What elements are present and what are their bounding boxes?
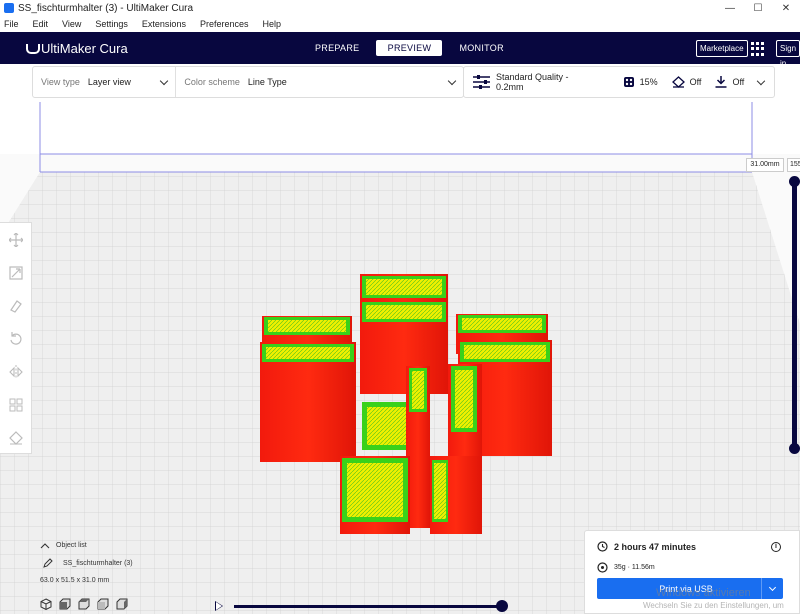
view-type-value: Layer view xyxy=(87,77,131,87)
spool-icon xyxy=(597,562,608,573)
color-scheme-value: Line Type xyxy=(247,77,287,87)
object-dimensions: 63.0 x 51.5 x 31.0 mm xyxy=(40,577,110,584)
chevron-down-icon xyxy=(768,583,777,591)
right-view-icon[interactable] xyxy=(116,598,128,610)
undo-rotate-icon[interactable] xyxy=(0,322,31,355)
simulation-slider-track[interactable] xyxy=(234,605,502,608)
adhesion-icon xyxy=(715,76,727,88)
apps-grid-icon[interactable] xyxy=(751,42,765,56)
ultimaker-logo-icon xyxy=(25,42,40,54)
support-value: Off xyxy=(689,77,702,87)
menu-file[interactable]: File xyxy=(4,19,19,29)
scale-icon[interactable] xyxy=(0,256,31,289)
support-icon xyxy=(671,76,685,88)
quality-sliders-icon xyxy=(473,75,490,89)
object-name: SS_fischturmhalter (3) xyxy=(63,559,133,567)
adhesion-value: Off xyxy=(732,77,745,87)
move-icon[interactable] xyxy=(0,223,31,256)
brand-logo: UltiMaker Cura xyxy=(25,41,128,56)
object-list-header: Object list xyxy=(56,542,87,549)
close-button[interactable]: ✕ xyxy=(772,3,800,14)
app-icon xyxy=(4,3,14,13)
layer-height-readout: 31.00mm xyxy=(746,158,784,172)
brand-name: UltiMaker Cura xyxy=(41,40,128,56)
adhesion-setting[interactable]: Off xyxy=(715,76,744,88)
per-model-settings-icon[interactable] xyxy=(0,388,31,421)
stage-tabs: PREPARE PREVIEW MONITOR xyxy=(300,40,521,56)
app-header: UltiMaker Cura PREPARE PREVIEW MONITOR M… xyxy=(0,32,800,68)
infill-value: 15% xyxy=(639,77,658,87)
print-options-dropdown[interactable] xyxy=(761,578,783,599)
menu-preferences[interactable]: Preferences xyxy=(200,19,249,29)
chevron-down-icon xyxy=(160,76,169,85)
color-scheme-dropdown[interactable]: Color scheme Line Type xyxy=(176,67,463,97)
clock-icon xyxy=(597,541,608,552)
infill-setting[interactable]: 15% xyxy=(623,76,658,88)
object-list-item[interactable]: SS_fischturmhalter (3) xyxy=(43,558,210,568)
print-time: 2 hours 47 minutes xyxy=(614,541,697,552)
3d-view-icon[interactable] xyxy=(40,598,52,610)
tab-monitor[interactable]: MONITOR xyxy=(444,40,518,56)
object-list-panel: Object list SS_fischturmhalter (3) 63.0 … xyxy=(40,542,210,584)
support-blocker-icon[interactable] xyxy=(0,421,31,454)
signin-button[interactable]: Sign in xyxy=(776,40,800,68)
layer-slider-bottom-handle[interactable] xyxy=(789,443,800,454)
menu-bar: File Edit View Settings Extensions Prefe… xyxy=(0,16,800,32)
left-view-icon[interactable] xyxy=(97,598,109,610)
front-view-icon[interactable] xyxy=(59,598,71,610)
chevron-up-icon xyxy=(40,542,50,548)
support-setting[interactable]: Off xyxy=(671,76,702,88)
edit-pencil-icon xyxy=(43,558,53,568)
view-type-dropdown[interactable]: View type Layer view xyxy=(33,67,177,97)
menu-help[interactable]: Help xyxy=(262,19,281,29)
rotate-icon[interactable] xyxy=(0,289,31,322)
material-usage: 35g · 11.56m xyxy=(614,564,655,571)
color-scheme-label: Color scheme xyxy=(184,77,240,87)
top-view-icon[interactable] xyxy=(78,598,90,610)
view-settings-panel: View type Layer view Color scheme Line T… xyxy=(32,66,464,98)
window-titlebar: SS_fischturmhalter (3) - UltiMaker Cura … xyxy=(0,0,800,16)
layer-slider-top-handle[interactable] xyxy=(789,176,800,187)
chevron-down-icon xyxy=(447,76,457,85)
view-type-label: View type xyxy=(41,77,80,87)
object-list-toggle[interactable]: Object list xyxy=(40,542,210,549)
play-simulation-icon[interactable] xyxy=(215,601,223,611)
print-settings-panel[interactable]: Standard Quality - 0.2mm 15% Off Off xyxy=(463,66,775,98)
info-icon[interactable]: i xyxy=(771,542,781,552)
menu-view[interactable]: View xyxy=(62,19,81,29)
tab-preview[interactable]: PREVIEW xyxy=(376,40,443,56)
camera-view-buttons xyxy=(40,598,135,610)
mirror-icon[interactable] xyxy=(0,355,31,388)
chevron-down-icon xyxy=(756,76,766,85)
window-title: SS_fischturmhalter (3) - UltiMaker Cura xyxy=(18,2,194,14)
left-toolbar xyxy=(0,222,32,454)
tab-prepare[interactable]: PREPARE xyxy=(300,40,374,56)
menu-extensions[interactable]: Extensions xyxy=(142,19,186,29)
marketplace-button[interactable]: Marketplace xyxy=(696,40,748,57)
material-row: 35g · 11.56m xyxy=(597,562,655,573)
quality-profile: Standard Quality - 0.2mm xyxy=(495,72,569,92)
menu-settings[interactable]: Settings xyxy=(95,19,128,29)
print-time-row: 2 hours 47 minutes xyxy=(597,541,696,552)
menu-edit[interactable]: Edit xyxy=(33,19,49,29)
layer-number-input[interactable]: 155 xyxy=(787,158,800,172)
minimize-button[interactable]: — xyxy=(716,3,744,14)
windows-activation-title: Windows aktivieren xyxy=(656,587,751,599)
layer-slider-track[interactable] xyxy=(792,178,797,448)
simulation-slider-handle[interactable] xyxy=(496,600,508,612)
infill-icon xyxy=(623,77,634,87)
windows-activation-subtitle: Wechseln Sie zu den Einstellungen, um xyxy=(643,601,784,610)
maximize-button[interactable]: ☐ xyxy=(744,3,772,14)
